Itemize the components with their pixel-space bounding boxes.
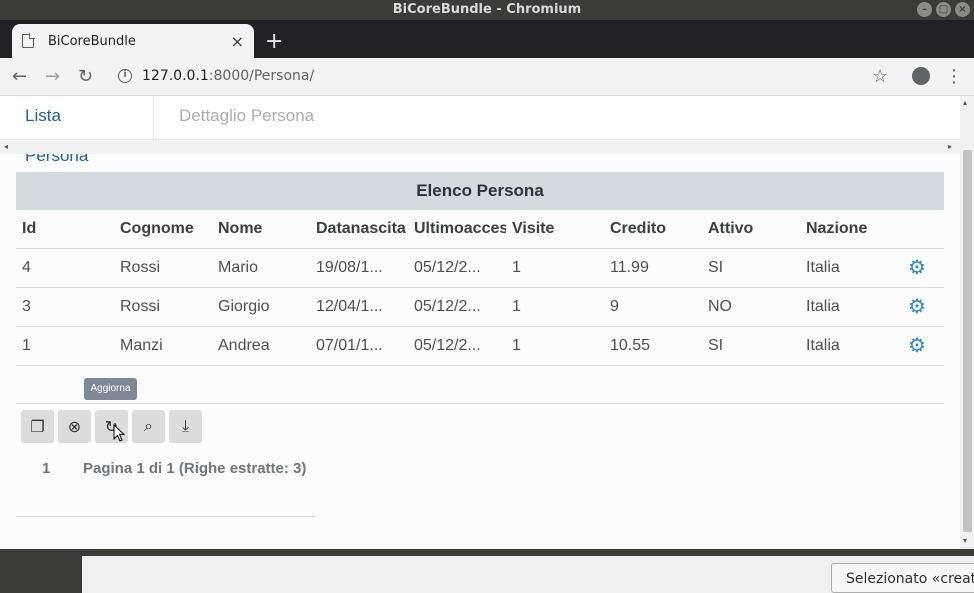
table-header: Id Cognome Nome Datanascita Ultimoaccess… bbox=[16, 210, 944, 249]
cell-id: 3 bbox=[22, 298, 31, 315]
page-tabs: Lista Persona Dettaglio Persona bbox=[0, 96, 960, 165]
cell-cognome: Manzi bbox=[120, 337, 163, 354]
row-settings-gear-icon[interactable]: ⚙ bbox=[898, 327, 938, 365]
site-info-icon[interactable]: i bbox=[118, 69, 132, 83]
column-header-id[interactable]: Id bbox=[16, 210, 114, 248]
cell-nome: Giorgio bbox=[218, 298, 270, 315]
cell-visite: 1 bbox=[512, 337, 521, 354]
cell-attivo: SI bbox=[708, 337, 724, 354]
cell-ultimoaccesso: 05/12/2... bbox=[414, 337, 481, 354]
cell-ultimoaccesso: 05/12/2... bbox=[414, 259, 481, 276]
cell-id: 4 bbox=[22, 259, 31, 276]
cell-nazione: Italia bbox=[806, 259, 840, 276]
column-header-cognome[interactable]: Cognome bbox=[114, 210, 212, 248]
page-content: Lista Persona Dettaglio Persona ◂ ▸ Elen… bbox=[0, 96, 960, 549]
tab-dettaglio-persona[interactable]: Dettaglio Persona bbox=[154, 96, 339, 140]
tab-close-icon[interactable]: × bbox=[231, 32, 244, 51]
column-header-nome[interactable]: Nome bbox=[212, 210, 310, 248]
background-window-button[interactable]: Selezionato «create bbox=[831, 563, 974, 593]
account-icon[interactable] bbox=[912, 67, 930, 85]
row-settings-gear-icon[interactable]: ⚙ bbox=[898, 288, 938, 326]
table-row[interactable]: 1 Manzi Andrea 07/01/1... 05/12/2... 1 1… bbox=[16, 327, 944, 366]
document-icon bbox=[22, 33, 35, 48]
tab-lista-persona[interactable]: Lista Persona bbox=[0, 96, 154, 165]
back-icon[interactable]: ← bbox=[12, 66, 27, 87]
pagination-info: Pagina 1 di 1 (Righe estratte: 3) bbox=[83, 460, 307, 477]
scroll-down-icon[interactable]: ▾ bbox=[963, 536, 967, 545]
delete-icon[interactable]: ⊗ bbox=[58, 410, 91, 443]
cell-credito: 11.99 bbox=[610, 259, 649, 276]
cell-datanascita: 12/04/1... bbox=[316, 298, 383, 315]
column-header-nazione[interactable]: Nazione bbox=[800, 210, 898, 248]
browser-toolbar: ← → ↻ i 127.0.0.1:8000/Persona/ ☆ ⋮ bbox=[0, 58, 974, 96]
window-controls: – □ × bbox=[917, 2, 970, 17]
tooltip-aggiorna: Aggiorna bbox=[84, 378, 137, 400]
grid-title: Elenco Persona bbox=[16, 172, 944, 210]
search-icon[interactable]: ⌕ bbox=[132, 410, 165, 443]
address-bar[interactable]: 127.0.0.1:8000/Persona/ bbox=[142, 68, 314, 84]
column-header-visite[interactable]: Visite bbox=[506, 210, 604, 248]
close-window-button[interactable]: × bbox=[955, 2, 970, 17]
cell-nazione: Italia bbox=[806, 298, 840, 315]
cell-nome: Andrea bbox=[218, 337, 270, 354]
mouse-cursor-icon bbox=[113, 424, 125, 442]
minimize-button[interactable]: – bbox=[917, 2, 932, 17]
reload-icon[interactable]: ↻ bbox=[78, 66, 93, 87]
cell-ultimoaccesso: 05/12/2... bbox=[414, 298, 481, 315]
bookmark-star-icon[interactable]: ☆ bbox=[872, 66, 888, 87]
cell-datanascita: 19/08/1... bbox=[316, 259, 383, 276]
column-header-ultimoaccesso[interactable]: Ultimoaccesso bbox=[408, 210, 506, 248]
divider bbox=[16, 403, 944, 404]
cell-cognome: Rossi bbox=[120, 259, 161, 276]
browser-tab-strip: BiCoreBundle × + bbox=[0, 20, 974, 58]
column-header-attivo[interactable]: Attivo bbox=[702, 210, 800, 248]
cell-visite: 1 bbox=[512, 259, 521, 276]
page-number[interactable]: 1 bbox=[42, 460, 50, 477]
cell-nome: Mario bbox=[218, 259, 259, 276]
cell-attivo: NO bbox=[708, 298, 732, 315]
table-row[interactable]: 4 Rossi Mario 19/08/1... 05/12/2... 1 11… bbox=[16, 249, 944, 288]
vertical-scrollbar[interactable]: ▴ ▾ bbox=[960, 96, 974, 549]
scroll-right-icon[interactable]: ▸ bbox=[948, 142, 952, 151]
scroll-left-icon[interactable]: ◂ bbox=[4, 142, 8, 151]
grid-toolbar: ❐ ⊗ ↻ ⌕ ⤓ bbox=[21, 410, 202, 443]
menu-icon[interactable]: ⋮ bbox=[945, 66, 963, 87]
column-header-credito[interactable]: Credito bbox=[604, 210, 702, 248]
cell-datanascita: 07/01/1... bbox=[316, 337, 383, 354]
os-title-bar: BiCoreBundle - Chromium – □ × bbox=[0, 0, 974, 20]
cell-nazione: Italia bbox=[806, 337, 840, 354]
new-tab-button[interactable]: + bbox=[265, 29, 283, 54]
cell-credito: 9 bbox=[610, 298, 619, 315]
scroll-up-icon[interactable]: ▴ bbox=[963, 98, 967, 107]
horizontal-scrollbar[interactable]: ◂ ▸ bbox=[0, 140, 960, 154]
cell-id: 1 bbox=[22, 337, 31, 354]
divider bbox=[16, 516, 316, 517]
scrollbar-thumb[interactable] bbox=[963, 150, 972, 532]
copy-icon[interactable]: ❐ bbox=[21, 410, 54, 443]
cell-credito: 10.55 bbox=[610, 337, 651, 354]
cell-cognome: Rossi bbox=[120, 298, 161, 315]
url-host: 127.0.0.1 bbox=[142, 68, 209, 84]
table-row[interactable]: 3 Rossi Giorgio 12/04/1... 05/12/2... 1 … bbox=[16, 288, 944, 327]
url-path: :8000/Persona/ bbox=[208, 68, 315, 84]
download-icon[interactable]: ⤓ bbox=[169, 410, 202, 443]
browser-tab[interactable]: BiCoreBundle × bbox=[12, 24, 254, 58]
cell-visite: 1 bbox=[512, 298, 521, 315]
row-settings-gear-icon[interactable]: ⚙ bbox=[898, 249, 938, 287]
forward-icon[interactable]: → bbox=[45, 66, 60, 87]
cell-attivo: SI bbox=[708, 259, 724, 276]
column-header-datanascita[interactable]: Datanascita bbox=[310, 210, 408, 248]
window-title: BiCoreBundle - Chromium bbox=[392, 2, 582, 17]
maximize-button[interactable]: □ bbox=[936, 2, 951, 17]
tab-title: BiCoreBundle bbox=[48, 33, 136, 49]
